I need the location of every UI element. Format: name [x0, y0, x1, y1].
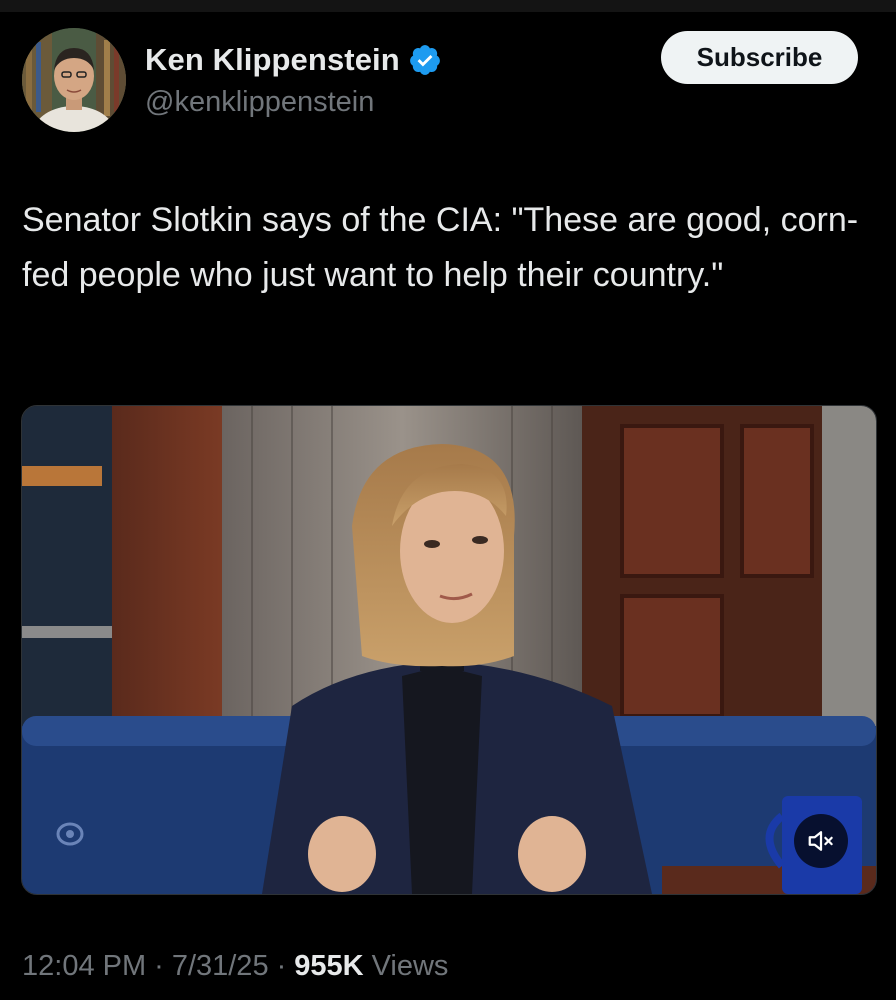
author-handle[interactable]: @kenklippenstein	[145, 86, 374, 119]
meta-separator: ·	[154, 950, 164, 982]
meta-separator: ·	[276, 950, 287, 982]
verified-badge-icon	[408, 43, 442, 77]
video-player[interactable]	[21, 405, 877, 895]
top-bar	[0, 0, 896, 12]
views-count[interactable]: 955K	[294, 950, 371, 983]
tweet-text: Senator Slotkin says of the CIA: "These …	[22, 201, 859, 294]
author-name[interactable]: Ken Klippenstein	[145, 42, 400, 78]
views-label: Views	[371, 950, 449, 982]
tweet-date[interactable]: 7/31/25	[172, 950, 269, 983]
avatar[interactable]	[22, 28, 126, 132]
tweet-meta: 12:04 PM · 7/31/25 · 955K Views	[22, 950, 448, 983]
author-name-row[interactable]: Ken Klippenstein	[145, 40, 442, 80]
mute-icon	[806, 826, 836, 856]
mute-button[interactable]	[794, 814, 848, 868]
tweet-time[interactable]: 12:04 PM	[22, 950, 146, 983]
subscribe-button[interactable]: Subscribe	[661, 31, 858, 84]
avatar-image	[22, 28, 126, 132]
video-frame	[22, 406, 876, 894]
